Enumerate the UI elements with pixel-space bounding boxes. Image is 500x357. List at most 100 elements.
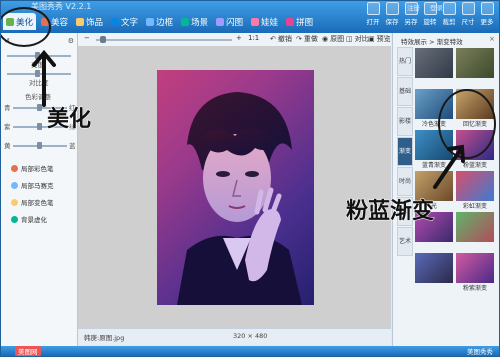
- canvas-toolbar: − + 1:1 ↶ 撤销 ↷ 重做 ◉ 原图 ◫ 对比 ▣ 预览: [78, 33, 391, 47]
- compare-label: 对比: [354, 35, 369, 43]
- resize-button[interactable]: 尺寸: [460, 2, 476, 26]
- local-recolor-pen[interactable]: 局部变色笔: [11, 197, 54, 207]
- settings-icon[interactable]: ⚙: [68, 37, 74, 45]
- effect-thumb[interactable]: 粉紫渐变: [456, 253, 494, 292]
- crop-button[interactable]: 裁剪: [441, 2, 457, 26]
- image-canvas[interactable]: [78, 46, 391, 328]
- effect-thumb[interactable]: [456, 48, 494, 86]
- original-label: 原图: [330, 35, 345, 43]
- tab-scene[interactable]: 场景: [178, 13, 211, 30]
- save-button[interactable]: 保存: [384, 2, 400, 26]
- tab-label: 美容: [51, 17, 69, 28]
- more-icon: [480, 2, 494, 15]
- annotation-beautify: 美化: [46, 107, 92, 133]
- preview-icon: ▣: [368, 35, 375, 43]
- scene-icon: [181, 17, 190, 26]
- recolor-pen-icon: [11, 198, 18, 206]
- tab-label: 饰品: [86, 17, 104, 28]
- category-art[interactable]: 艺术: [397, 227, 413, 256]
- undo-button[interactable]: ↶ 撤销: [270, 34, 292, 44]
- bottom-bar: 美图网 美图秀秀: [1, 346, 499, 356]
- mosaic-icon: [11, 181, 18, 189]
- tab-text[interactable]: 文字: [108, 13, 141, 30]
- category-studio[interactable]: 影楼: [397, 107, 413, 136]
- file-name: 韩庚:原图.jpg: [84, 334, 125, 342]
- app-window: 美图秀秀 V2.2.1 注册 登录 美化 美容 饰品 文字 边框 场景 闪图 娃…: [0, 0, 500, 357]
- save-as-button[interactable]: 另存: [403, 2, 419, 26]
- tool-label: 尺寸: [461, 18, 475, 26]
- preview-label: 预览: [376, 35, 391, 43]
- effect-thumb[interactable]: [415, 253, 453, 291]
- edited-photo: [157, 70, 314, 305]
- rotate-button[interactable]: 旋转: [422, 2, 438, 26]
- tab-frame[interactable]: 边框: [143, 13, 176, 30]
- tab-doll[interactable]: 娃娃: [248, 13, 281, 30]
- accessory-icon: [76, 17, 85, 26]
- flash-icon: [216, 17, 225, 26]
- tab-label: 场景: [191, 17, 209, 28]
- tool-label: 裁剪: [442, 18, 456, 26]
- zoom-out-button[interactable]: −: [84, 34, 90, 42]
- close-icon[interactable]: ×: [489, 35, 495, 43]
- yellow-label: 黄: [4, 142, 11, 150]
- open-button[interactable]: 打开: [365, 2, 381, 26]
- slider-knob[interactable]: [37, 142, 42, 149]
- resize-icon: [461, 2, 475, 15]
- brand-label: 美图秀秀: [467, 348, 493, 356]
- effect-caption: 粉紫渐变: [462, 285, 487, 292]
- meitu-site-link[interactable]: 美图网: [15, 346, 41, 356]
- tab-label: 边框: [156, 17, 174, 28]
- category-basic[interactable]: 基础: [397, 77, 413, 106]
- tab-label: 拼图: [296, 17, 314, 28]
- save-icon: [385, 2, 399, 15]
- tab-label: 娃娃: [261, 17, 279, 28]
- more-button[interactable]: 更多: [479, 2, 495, 26]
- slider-knob[interactable]: [37, 123, 42, 130]
- color-pen-icon: [11, 164, 18, 172]
- original-button[interactable]: ◉ 原图: [322, 34, 344, 44]
- preview-button[interactable]: ▣ 预览: [368, 34, 391, 44]
- effect-label: 局部彩色笔: [21, 165, 54, 173]
- tool-label: 更多: [480, 18, 494, 26]
- original-icon: ◉: [322, 35, 329, 43]
- effect-preview: [456, 253, 494, 283]
- rotate-icon: [423, 2, 437, 15]
- yellow-blue-slider[interactable]: [13, 142, 67, 149]
- zoom-slider[interactable]: [96, 36, 232, 43]
- redo-button[interactable]: ↷ 重做: [296, 34, 318, 44]
- effect-thumb[interactable]: [415, 48, 453, 86]
- tab-flash[interactable]: 闪图: [213, 13, 246, 30]
- text-icon: [111, 17, 120, 26]
- effect-thumb[interactable]: [456, 212, 494, 250]
- tool-label: 打开: [366, 18, 380, 26]
- effects-breadcrumb: 特效展示 > 渐变特效: [401, 38, 463, 46]
- category-gradient[interactable]: 渐变: [397, 137, 413, 166]
- category-hot[interactable]: 热门: [397, 47, 413, 76]
- portrait-illustration: [177, 92, 302, 305]
- actual-size-button[interactable]: 1:1: [248, 34, 259, 42]
- save-as-icon: [404, 2, 418, 15]
- effect-label: 背景虚化: [21, 216, 47, 224]
- redo-label: 重做: [303, 35, 318, 43]
- tab-accessories[interactable]: 饰品: [73, 13, 106, 30]
- arrow-up-icon: [32, 49, 56, 107]
- cyan-label: 青: [4, 104, 11, 112]
- file-tools: 打开 保存 另存 旋转 裁剪 尺寸 更多: [365, 2, 495, 26]
- effect-caption: 彩虹渐变: [462, 203, 487, 210]
- effect-preview: [456, 48, 494, 78]
- compare-button[interactable]: ◫ 对比: [346, 34, 369, 44]
- image-size: 320 × 480: [233, 332, 268, 340]
- doll-icon: [251, 17, 260, 26]
- undo-label: 撤销: [277, 35, 292, 43]
- category-fashion[interactable]: 时尚: [397, 167, 413, 196]
- blue-label: 蓝: [69, 142, 76, 150]
- effect-preview: [415, 253, 453, 283]
- zoom-in-button[interactable]: +: [236, 34, 242, 42]
- status-bar: 韩庚:原图.jpg 320 × 480: [78, 328, 391, 345]
- folder-icon: [366, 2, 380, 15]
- local-color-pen[interactable]: 局部彩色笔: [11, 163, 54, 173]
- zoom-knob[interactable]: [100, 36, 106, 43]
- background-blur[interactable]: 背景虚化: [11, 214, 54, 224]
- tab-collage[interactable]: 拼图: [283, 13, 316, 30]
- local-mosaic[interactable]: 局部马赛克: [11, 180, 54, 190]
